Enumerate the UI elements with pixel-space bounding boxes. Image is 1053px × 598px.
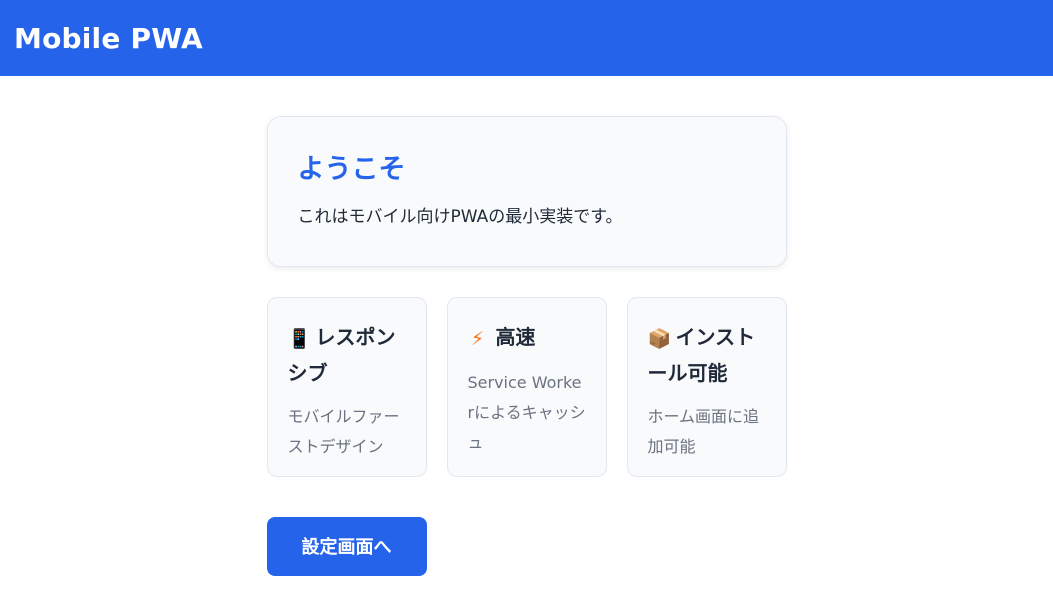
feature-card-responsive: 📱 レスポンシブ モバイルファーストデザイン (266, 297, 427, 477)
feature-title: 📱 レスポンシブ (288, 320, 408, 390)
feature-title: ⚡ 高速 (468, 320, 588, 356)
mobile-phone-icon: 📱 (287, 328, 312, 350)
package-icon: 📦 (647, 328, 672, 350)
feature-description: モバイルファーストデザイン (287, 407, 400, 456)
feature-list: 📱 レスポンシブ モバイルファーストデザイン ⚡ 高速 Service Worker… (266, 297, 787, 477)
lightning-icon: ⚡ (470, 328, 485, 350)
feature-description: ホーム画面に追加可能 (647, 407, 760, 456)
app-header: Mobile PWA (0, 0, 1053, 76)
welcome-title: ようこそ (297, 154, 406, 185)
feature-title-text: 高速 (495, 325, 536, 349)
feature-card-installable: 📦 インストール可能 ホーム画面に追加可能 (626, 297, 787, 477)
feature-description: Service Workerによるキャッシュ (467, 373, 586, 452)
feature-title: 📦 インストール可能 (648, 320, 768, 390)
main-content: ようこそ これはモバイル向けPWAの最小実装です。 📱 レスポンシブ モバイルファ… (266, 76, 787, 576)
app-title: Mobile PWA (14, 21, 203, 55)
settings-button[interactable]: 設定画面へ (266, 517, 427, 576)
welcome-text: これはモバイル向けPWAの最小実装です。 (297, 207, 623, 227)
feature-card-fast: ⚡ 高速 Service Workerによるキャッシュ (446, 297, 607, 477)
welcome-card: ようこそ これはモバイル向けPWAの最小実装です。 (266, 116, 787, 267)
